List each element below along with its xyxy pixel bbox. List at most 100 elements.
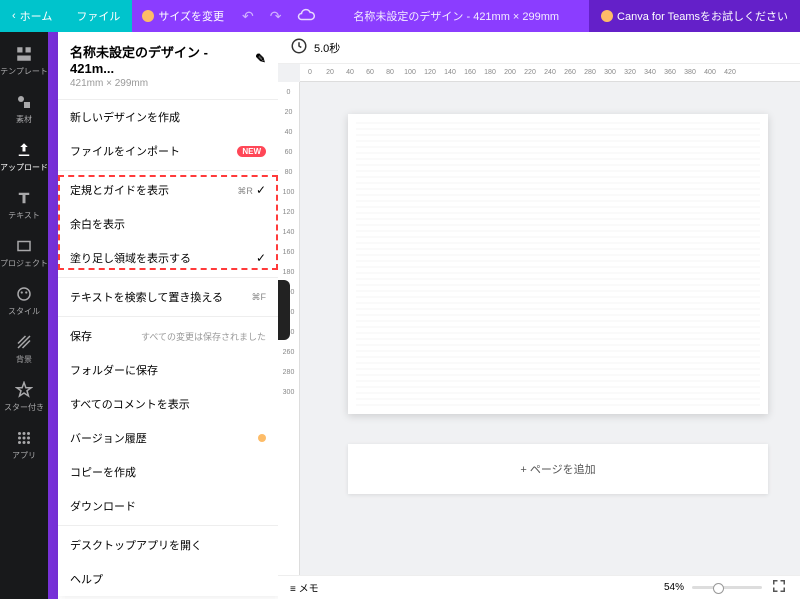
shortcut-label: ⌘R [237,186,253,196]
dropdown-header: 名称未設定のデザイン - 421m... ✎ 421mm × 299mm [58,32,278,100]
save-status: すべての変更は保存されました [141,330,266,343]
sidebar-item-label: アプリ [12,450,36,461]
menu-label: 塗り足し領域を表示する [70,250,191,266]
star-icon [15,381,33,399]
ruler-tick: 0 [278,82,299,102]
pencil-icon[interactable]: ✎ [255,51,266,67]
grid-icon [15,429,33,447]
canvas-page[interactable] [348,114,768,414]
ruler-tick: 40 [340,64,360,81]
ruler-tick: 0 [300,64,320,81]
ruler-tick: 160 [278,242,299,262]
sidebar-item-uploads[interactable]: アップロード [0,134,48,180]
menu-version-history[interactable]: バージョン履歴 [58,421,278,455]
menu-show-bleed[interactable]: 塗り足し領域を表示する ✓ [58,241,278,275]
sidebar-item-label: テキスト [8,210,40,221]
file-dropdown-menu: 名称未設定のデザイン - 421m... ✎ 421mm × 299mm 新しい… [58,32,278,596]
redo-button[interactable]: ↷ [262,8,290,25]
side-panel: 名称未設定のデザイン - 421m... ✎ 421mm × 299mm 新しい… [48,32,278,599]
ruler-tick: 320 [620,64,640,81]
sidebar-item-starred[interactable]: スター付き [0,374,48,420]
ruler-tick: 60 [278,142,299,162]
notes-label: メモ [299,584,319,595]
ruler-tick: 160 [460,64,480,81]
sidebar-item-templates[interactable]: テンプレート [0,38,48,84]
ruler-tick: 100 [278,182,299,202]
ruler-tick: 280 [580,64,600,81]
text-icon [15,189,33,207]
menu-label: テキストを検索して置き換える [70,289,223,305]
ruler-tick: 420 [720,64,740,81]
menu-download[interactable]: ダウンロード [58,489,278,523]
menu-new-design[interactable]: 新しいデザインを作成 [58,100,278,134]
home-button[interactable]: ‹ ホーム [0,0,64,32]
hatch-icon [15,333,33,351]
dropdown-title: 名称未設定のデザイン - 421m... [70,42,249,76]
notes-icon: ≡ [290,584,296,595]
menu-label: コピーを作成 [70,464,136,480]
ruler-tick: 100 [400,64,420,81]
sidebar-item-projects[interactable]: プロジェクト [0,230,48,276]
sidebar-item-text[interactable]: テキスト [0,182,48,228]
sidebar-item-label: アップロード [0,162,48,173]
menu-save-folder[interactable]: フォルダーに保存 [58,353,278,387]
teams-cta-button[interactable]: Canva for Teamsをお試しください [589,0,800,32]
menu-show-margins[interactable]: 余白を表示 [58,207,278,241]
file-menu-button[interactable]: ファイル [64,0,132,32]
ruler-tick: 80 [380,64,400,81]
add-page-button[interactable]: + ページを追加 [348,444,768,494]
notes-button[interactable]: ≡ メモ [290,580,319,595]
new-badge: NEW [237,146,266,157]
sidebar-item-label: 素材 [16,114,32,125]
premium-dot-icon [258,434,266,442]
ruler-tick: 120 [420,64,440,81]
palette-icon [15,285,33,303]
menu-comments[interactable]: すべてのコメントを表示 [58,387,278,421]
crown-icon [601,10,613,22]
template-icon [15,45,33,63]
canvas-area: 0204060801001201401601802002202402602803… [278,64,800,575]
zoom-slider[interactable] [692,586,762,589]
menu-separator [58,525,278,526]
sidebar-item-label: テンプレート [0,66,48,77]
zoom-value[interactable]: 54% [664,582,684,593]
sidebar-item-label: スタイル [8,306,40,317]
menu-save[interactable]: 保存 すべての変更は保存されました [58,319,278,353]
clock-icon [290,37,308,58]
ruler-tick: 20 [278,102,299,122]
sidebar-item-background[interactable]: 背景 [0,326,48,372]
panel-accent [48,32,58,599]
menu-make-copy[interactable]: コピーを作成 [58,455,278,489]
sidebar-item-elements[interactable]: 素材 [0,86,48,132]
menu-label: デスクトップアプリを開く [70,537,202,553]
ruler-tick: 180 [278,262,299,282]
sidebar-item-styles[interactable]: スタイル [0,278,48,324]
ruler-tick: 240 [540,64,560,81]
menu-label: バージョン履歴 [70,430,147,446]
fullscreen-icon[interactable] [770,577,788,598]
undo-button[interactable]: ↶ [234,8,262,25]
menu-label: 保存 [70,328,92,344]
duration-label[interactable]: 5.0秒 [314,40,340,56]
sidebar-item-apps[interactable]: アプリ [0,422,48,468]
resize-label: サイズを変更 [158,8,224,24]
menu-help[interactable]: ヘルプ [58,562,278,596]
panel-collapse-handle[interactable] [278,280,290,340]
ruler-tick: 280 [278,362,299,382]
ruler-tick: 140 [278,222,299,242]
ruler-tick: 40 [278,122,299,142]
ruler-tick: 300 [278,382,299,402]
ruler-tick: 200 [500,64,520,81]
ruler-horizontal: 0204060801001201401601802002202402602803… [300,64,800,82]
cloud-sync-icon[interactable] [289,6,323,27]
menu-import-file[interactable]: ファイルをインポート NEW [58,134,278,168]
ruler-tick: 380 [680,64,700,81]
ruler-tick: 220 [520,64,540,81]
menu-find-replace[interactable]: テキストを検索して置き換える ⌘F [58,280,278,314]
menu-show-rulers[interactable]: 定規とガイドを表示 ⌘R ✓ [58,173,278,207]
resize-button[interactable]: サイズを変更 [132,8,234,24]
document-title[interactable]: 名称未設定のデザイン - 421mm × 299mm [323,8,589,24]
menu-label: ダウンロード [70,498,136,514]
menu-desktop-app[interactable]: デスクトップアプリを開く [58,528,278,562]
dropdown-subtitle: 421mm × 299mm [70,78,266,89]
